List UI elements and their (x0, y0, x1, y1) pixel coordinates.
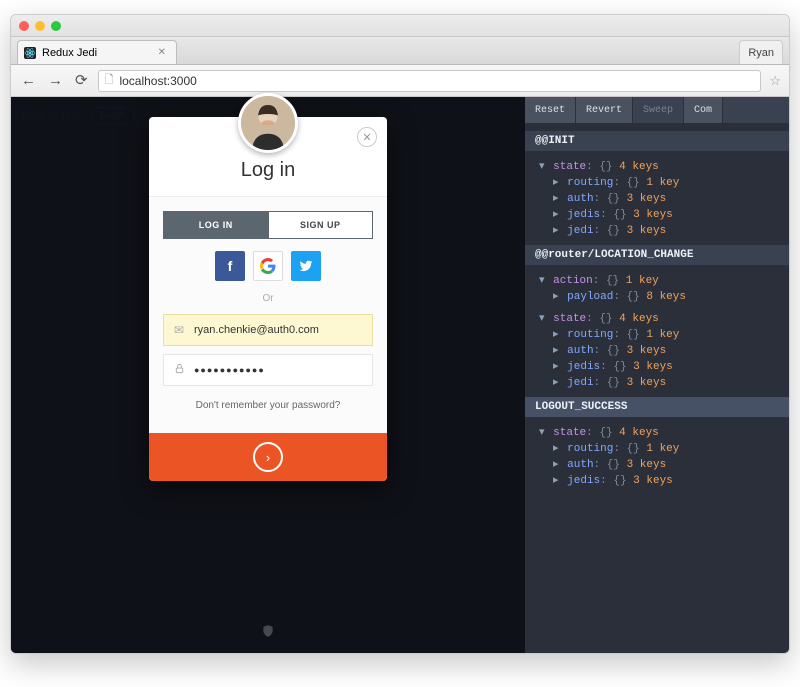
tree-node[interactable]: ▾ state: {} 4 keys (539, 310, 779, 326)
tab-title: Redux Jedi (42, 47, 97, 59)
devtools-log[interactable]: @@INIT▾ state: {} 4 keys▸ routing: {} 1 … (525, 123, 789, 653)
tree-node[interactable]: ▸ auth: {} 3 keys (539, 456, 779, 472)
browser-toolbar: ← → ⟳ 🗋 localhost:3000 ☆ (11, 65, 789, 97)
address-bar[interactable]: 🗋 localhost:3000 (98, 70, 762, 92)
tree-node[interactable]: ▸ jedi: {} 3 keys (539, 222, 779, 238)
facebook-login-button[interactable]: f (215, 251, 245, 281)
tree-node[interactable]: ▸ payload: {} 8 keys (539, 288, 779, 304)
arrow-right-icon: › (253, 442, 283, 472)
action-header[interactable]: @@INIT (525, 131, 789, 151)
window-minimize-button[interactable] (35, 21, 45, 31)
avatar (238, 93, 298, 153)
browser-tab[interactable]: Redux Jedi ✕ (17, 40, 177, 64)
action-header[interactable]: @@router/LOCATION_CHANGE (525, 245, 789, 265)
tree-node[interactable]: ▸ jedi: {} 3 keys (539, 374, 779, 390)
password-value: ●●●●●●●●●●● (194, 365, 265, 375)
window-close-button[interactable] (19, 21, 29, 31)
sweep-button[interactable]: Sweep (633, 97, 684, 123)
profile-badge[interactable]: Ryan (739, 40, 783, 64)
revert-button[interactable]: Revert (576, 97, 633, 123)
action-header[interactable]: LOGOUT_SUCCESS (525, 397, 789, 417)
submit-button[interactable]: › (149, 433, 387, 481)
tree-node[interactable]: ▸ jedis: {} 3 keys (539, 358, 779, 374)
twitter-login-button[interactable] (291, 251, 321, 281)
devtools-toolbar: Reset Revert Sweep Com (525, 97, 789, 123)
tree-node[interactable]: ▾ state: {} 4 keys (539, 424, 779, 440)
lock-icon (164, 363, 194, 377)
tree-node[interactable]: ▾ action: {} 1 key (539, 272, 779, 288)
back-button[interactable]: ← (19, 73, 38, 88)
email-value: ryan.chenkie@auth0.com (194, 324, 319, 336)
tab-strip: Redux Jedi ✕ Ryan (11, 37, 789, 65)
tree-node[interactable]: ▸ routing: {} 1 key (539, 326, 779, 342)
page-viewport: Redux Jedi Login ✕ Log in LOG IN SIGN UP (11, 97, 789, 653)
email-field[interactable]: ✉ ryan.chenkie@auth0.com (163, 314, 373, 346)
page-icon: 🗋 (105, 71, 114, 90)
tree-node[interactable]: ▸ auth: {} 3 keys (539, 342, 779, 358)
login-modal: ✕ Log in LOG IN SIGN UP f (149, 117, 387, 481)
tab-close-icon[interactable]: ✕ (158, 47, 166, 58)
tab-signup[interactable]: SIGN UP (269, 211, 374, 239)
tree-node[interactable]: ▸ auth: {} 3 keys (539, 190, 779, 206)
window-titlebar (11, 15, 789, 37)
reload-button[interactable]: ⟳ (73, 73, 90, 88)
forward-button[interactable]: → (46, 73, 65, 88)
app-main-area: Redux Jedi Login ✕ Log in LOG IN SIGN UP (11, 97, 525, 653)
modal-title: Log in (149, 159, 387, 182)
reset-button[interactable]: Reset (525, 97, 576, 123)
tree-node[interactable]: ▸ jedis: {} 3 keys (539, 472, 779, 488)
browser-window: Redux Jedi ✕ Ryan ← → ⟳ 🗋 localhost:3000… (10, 14, 790, 654)
bookmark-star-icon[interactable]: ☆ (769, 73, 781, 89)
commit-button[interactable]: Com (684, 97, 723, 123)
redux-devtools-panel: Reset Revert Sweep Com @@INIT ▾ state: {}… (525, 97, 789, 653)
password-field[interactable]: ●●●●●●●●●●● (163, 354, 373, 386)
tree-node[interactable]: ▸ routing: {} 1 key (539, 174, 779, 190)
or-divider: Or (163, 293, 373, 304)
mail-icon: ✉ (164, 323, 194, 337)
modal-close-button[interactable]: ✕ (357, 127, 377, 147)
tab-login[interactable]: LOG IN (163, 211, 269, 239)
tree-node[interactable]: ▸ jedis: {} 3 keys (539, 206, 779, 222)
react-favicon (24, 47, 36, 59)
tree-node[interactable]: ▾ state: {} 4 keys (539, 158, 779, 174)
window-zoom-button[interactable] (51, 21, 61, 31)
tree-node[interactable]: ▸ routing: {} 1 key (539, 440, 779, 456)
google-login-button[interactable] (253, 251, 283, 281)
forgot-password-link[interactable]: Don't remember your password? (163, 394, 373, 423)
auth0-badge-icon (261, 624, 275, 643)
url-text: localhost:3000 (119, 74, 196, 88)
auth-tab-switch: LOG IN SIGN UP (163, 211, 373, 239)
